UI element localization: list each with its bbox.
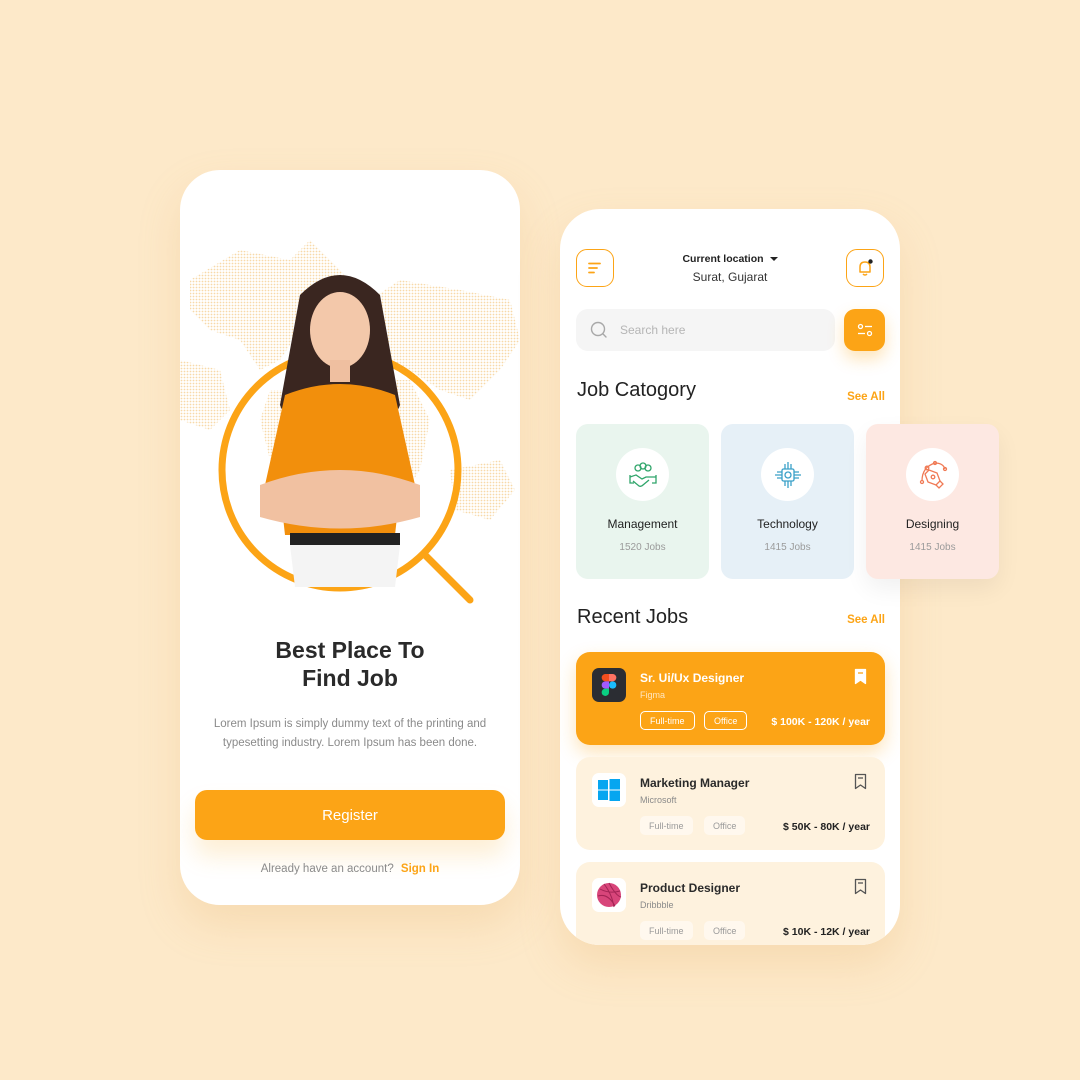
category-count: 1415 Jobs [909, 542, 956, 553]
category-card-technology[interactable]: Technology 1415 Jobs [721, 424, 854, 579]
search-input[interactable] [620, 323, 820, 337]
onboarding-screen: Best Place To Find Job Lorem Ipsum is si… [180, 170, 520, 905]
dribbble-logo [592, 878, 626, 912]
hero-illustration [218, 275, 474, 604]
home-screen: Current location Surat, Gujarat Job Cato… [560, 209, 900, 945]
job-tag: Office [704, 921, 746, 940]
recent-jobs-section-title: Recent Jobs [577, 606, 689, 628]
job-tag: Full-time [640, 816, 693, 835]
bookmark-icon[interactable] [854, 773, 867, 790]
category-count: 1520 Jobs [619, 542, 666, 553]
category-see-all-link[interactable]: See All [847, 391, 885, 403]
job-tag: Full-time [640, 711, 695, 730]
bell-icon [859, 259, 873, 276]
job-card[interactable]: Marketing Manager Microsoft Full-time Of… [576, 757, 885, 850]
job-tag: Office [704, 816, 746, 835]
bookmark-filled-icon[interactable] [854, 668, 867, 685]
category-card-management[interactable]: Management 1520 Jobs [576, 424, 709, 579]
job-title: Product Designer [640, 881, 741, 895]
chip-icon [774, 461, 801, 488]
figma-logo [592, 668, 626, 702]
job-company: Microsoft [640, 795, 677, 805]
category-name: Technology [757, 517, 818, 531]
category-name: Management [607, 517, 678, 531]
filter-icon [857, 323, 872, 337]
job-title: Sr. Ui/Ux Designer [640, 671, 745, 685]
job-card[interactable]: Product Designer Dribbble Full-time Offi… [576, 862, 885, 945]
onboarding-title: Best Place To Find Job [180, 636, 520, 692]
onboarding-description: Lorem Ipsum is simply dummy text of the … [213, 718, 487, 749]
job-company: Figma [640, 690, 666, 700]
job-title: Marketing Manager [640, 776, 750, 790]
job-card[interactable]: Sr. Ui/Ux Designer Figma Full-time Offic… [576, 652, 885, 745]
signin-link[interactable]: Sign In [401, 863, 439, 875]
category-count: 1415 Jobs [764, 542, 811, 553]
category-section-title: Job Catogory [577, 379, 696, 401]
category-icon-circle [616, 448, 669, 501]
notification-button[interactable] [846, 249, 884, 287]
signin-prompt: Already have an account? [260, 863, 394, 875]
job-tag: Full-time [640, 921, 693, 940]
job-salary: $ 50K - 80K / year [783, 821, 870, 833]
bookmark-icon[interactable] [854, 878, 867, 895]
category-icon-circle [761, 448, 814, 501]
category-card-designing[interactable]: Designing 1415 Jobs [866, 424, 999, 579]
signin-row: Already have an account? Sign In [180, 863, 520, 875]
job-salary: $ 100K - 120K / year [771, 716, 870, 728]
job-company: Dribbble [640, 900, 674, 910]
search-icon [590, 321, 607, 338]
category-icon-circle [906, 448, 959, 501]
job-salary: $ 10K - 12K / year [783, 926, 870, 938]
windows-logo [592, 773, 626, 807]
caret-down-icon [769, 257, 778, 262]
title-line-1: Best Place To [275, 637, 425, 663]
register-button[interactable]: Register [195, 790, 505, 840]
location-label: Current location [682, 253, 764, 265]
search-field[interactable] [576, 309, 835, 351]
pen-tool-icon [919, 460, 947, 489]
title-line-2: Find Job [302, 665, 398, 691]
filter-button[interactable] [844, 309, 885, 351]
category-name: Designing [905, 517, 960, 531]
handshake-icon [628, 461, 657, 487]
recent-jobs-see-all-link[interactable]: See All [847, 614, 885, 626]
job-tag: Office [704, 711, 748, 730]
